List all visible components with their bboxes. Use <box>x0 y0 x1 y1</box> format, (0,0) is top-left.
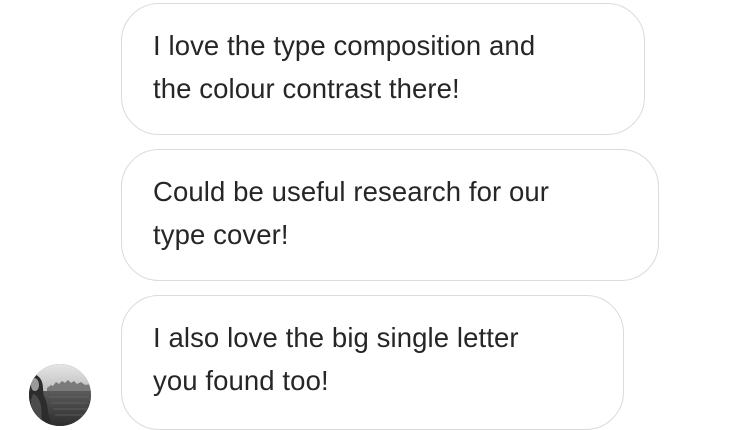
message-text-line: Could be useful research for our <box>153 176 550 207</box>
message-thread: I love the type composition and the colo… <box>0 0 749 430</box>
message-bubble[interactable]: Could be useful research for our type co… <box>121 149 659 281</box>
message-text-line: you found too! <box>153 365 329 396</box>
sender-avatar[interactable] <box>29 364 91 426</box>
message-bubble[interactable]: I love the type composition and the colo… <box>121 3 645 135</box>
message-text-line: the colour contrast there! <box>153 73 460 104</box>
message-text-line: I also love the big single letter <box>153 322 519 353</box>
profile-photo-avatar-icon <box>29 364 91 426</box>
message-text-line: I love the type composition and <box>153 30 536 61</box>
message-text-line: type cover! <box>153 219 289 250</box>
message-bubble[interactable]: I also love the big single letter you fo… <box>121 295 624 430</box>
